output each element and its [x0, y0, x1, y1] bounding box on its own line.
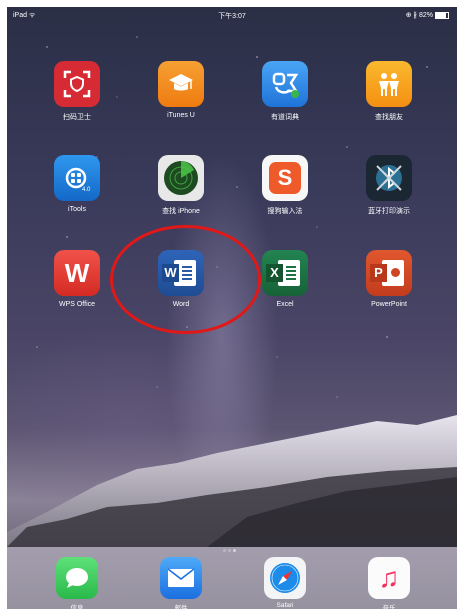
svg-text:4.0: 4.0: [82, 187, 91, 193]
app-find-iphone[interactable]: 查找 iPhone: [146, 155, 216, 216]
app-itools[interactable]: 4.0 iTools: [42, 155, 112, 213]
wps-glyph: W: [64, 257, 90, 288]
app-label: 搜狗输入法: [267, 208, 303, 215]
dock-app-music[interactable]: ♫ 音乐: [354, 557, 424, 609]
battery-status: ⊕ ∦ 82%: [406, 11, 449, 19]
app-powerpoint[interactable]: P PowerPoint: [354, 250, 424, 308]
music-icon: ♫: [368, 557, 410, 599]
ppt-slide-icon: P: [370, 260, 404, 286]
battery-icon: [435, 11, 449, 19]
app-label: iTunes U: [167, 112, 195, 119]
app-label: 蓝牙打印演示: [368, 208, 410, 215]
sogou-input-icon: S: [262, 155, 308, 201]
dock-app-mail[interactable]: 邮件: [146, 557, 216, 609]
app-label: 音乐: [382, 605, 396, 609]
find-iphone-icon: [158, 155, 204, 201]
find-friends-icon: [366, 61, 412, 107]
app-find-friends[interactable]: 查找朋友: [354, 61, 424, 122]
app-label: 扫码卫士: [63, 114, 91, 121]
ipad-home-screen: iPad ᯤ 下午3:07 ⊕ ∦ 82% 扫码卫士 iTunes U 有道词典…: [7, 7, 457, 609]
itools-icon: 4.0: [54, 155, 100, 201]
dock: 信息 邮件 Safari ♫ 音乐: [7, 547, 457, 609]
app-scan-guard[interactable]: 扫码卫士: [42, 61, 112, 122]
clock: 下午3:07: [218, 13, 246, 20]
app-label: PowerPoint: [371, 301, 407, 308]
messages-icon: [56, 557, 98, 599]
app-youdao-dictionary[interactable]: 有道词典: [250, 61, 320, 122]
app-label: 查找朋友: [375, 114, 403, 121]
wps-office-icon: W: [54, 250, 100, 296]
app-wps-office[interactable]: W WPS Office: [42, 250, 112, 308]
wallpaper-mountains: [7, 415, 457, 547]
music-glyph: ♫: [378, 562, 400, 593]
bluetooth-print-icon: [366, 155, 412, 201]
app-label: 信息: [70, 605, 84, 609]
excel-glyph: X: [266, 264, 283, 282]
ppt-glyph: P: [370, 264, 387, 282]
mail-icon: [160, 557, 202, 599]
excel-icon: X: [262, 250, 308, 296]
powerpoint-icon: P: [366, 250, 412, 296]
itunes-u-icon: [158, 61, 204, 107]
excel-sheet-icon: X: [266, 260, 300, 286]
youdao-dictionary-icon: [262, 61, 308, 107]
highlight-circle: [110, 225, 261, 334]
app-label: Excel: [276, 301, 294, 308]
sogou-glyph: S: [269, 162, 301, 194]
app-label: WPS Office: [58, 301, 96, 308]
app-itunes-u[interactable]: iTunes U: [146, 61, 216, 119]
app-label: Safari: [276, 602, 294, 609]
dock-app-safari[interactable]: Safari: [250, 557, 320, 609]
app-label: iTools: [68, 206, 86, 213]
app-sogou-input[interactable]: S 搜狗输入法: [250, 155, 320, 216]
safari-icon: [264, 557, 306, 599]
status-bar: iPad ᯤ 下午3:07 ⊕ ∦ 82%: [7, 7, 457, 23]
dock-app-messages[interactable]: 信息: [42, 557, 112, 609]
app-label: 查找 iPhone: [162, 208, 200, 215]
app-label: 邮件: [174, 605, 188, 609]
app-label: 有道词典: [271, 114, 299, 121]
scan-guard-icon: [54, 61, 100, 107]
app-bluetooth-print[interactable]: 蓝牙打印演示: [354, 155, 424, 216]
